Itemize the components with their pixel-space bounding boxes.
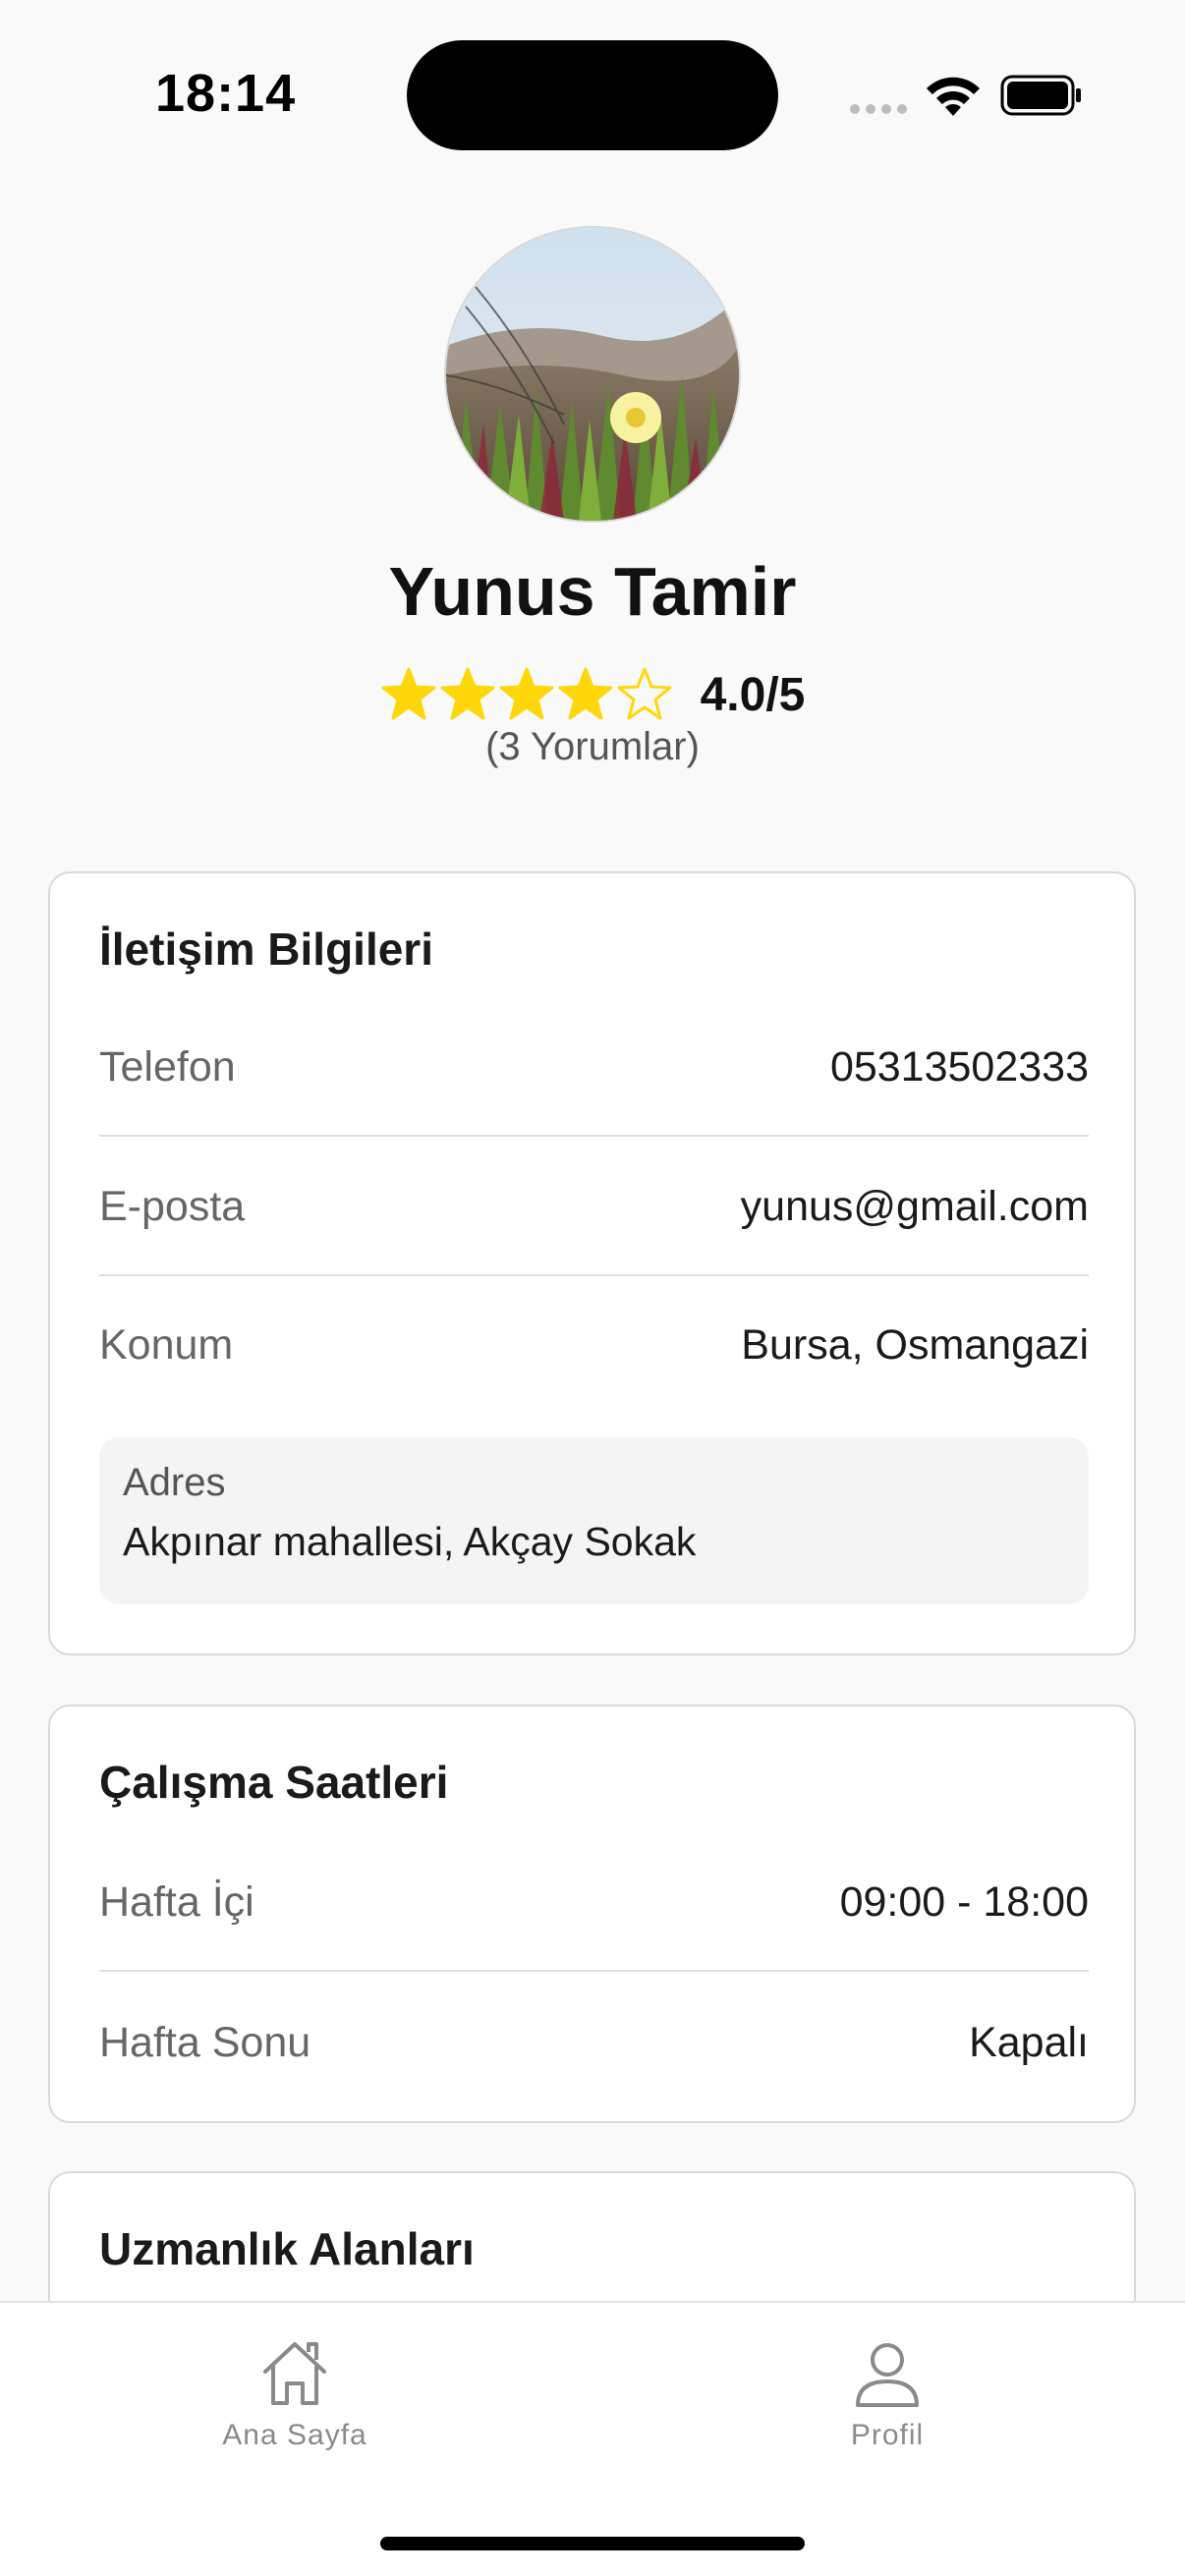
tab-home[interactable]: Ana Sayfa xyxy=(177,2338,413,2452)
phone-value: 05313502333 xyxy=(829,1042,1089,1091)
rating-row: 4.0/5 xyxy=(0,660,1185,729)
weekend-row: Hafta Sonu Kapalı xyxy=(99,1974,1089,2111)
wifi-icon xyxy=(927,77,980,116)
profile-avatar xyxy=(446,228,739,521)
tab-profile[interactable]: Profil xyxy=(769,2338,1005,2452)
weekend-label: Hafta Sonu xyxy=(99,2018,311,2066)
address-box: Adres Akpınar mahallesi, Akçay Sokak xyxy=(99,1437,1089,1604)
profile-name: Yunus Tamir xyxy=(388,553,797,630)
star-filled-icon xyxy=(558,667,613,720)
expertise-title: Uzmanlık Alanları xyxy=(99,2223,475,2274)
phone-row[interactable]: Telefon 05313502333 xyxy=(99,999,1089,1137)
tab-home-label: Ana Sayfa xyxy=(222,2419,367,2451)
email-row[interactable]: E-posta yunus@gmail.com xyxy=(99,1139,1089,1276)
status-bar: 18:14 xyxy=(0,0,1185,187)
battery-icon xyxy=(1000,75,1081,116)
star-filled-icon xyxy=(381,667,436,720)
contact-info-title: İletişim Bilgileri xyxy=(99,924,433,975)
home-indicator xyxy=(380,2537,805,2550)
weekday-label: Hafta İçi xyxy=(99,1877,254,1926)
address-value: Akpınar mahallesi, Akçay Sokak xyxy=(123,1519,697,1564)
reviews-count: (3 Yorumlar) xyxy=(485,725,700,768)
location-value: Bursa, Osmangazi xyxy=(741,1320,1089,1369)
dynamic-island xyxy=(407,40,778,150)
working-hours-card: Çalışma Saatleri Hafta İçi 09:00 - 18:00… xyxy=(48,1705,1136,2123)
working-hours-title: Çalışma Saatleri xyxy=(99,1757,449,1808)
person-icon xyxy=(856,2343,919,2407)
phone-label: Telefon xyxy=(99,1042,236,1091)
email-label: E-posta xyxy=(99,1182,246,1230)
star-filled-icon xyxy=(440,667,495,720)
weekday-value: 09:00 - 18:00 xyxy=(839,1877,1089,1926)
status-time: 18:14 xyxy=(155,64,297,123)
rating-text: 4.0/5 xyxy=(700,668,806,721)
address-label: Adres xyxy=(123,1461,226,1504)
weekend-value: Kapalı xyxy=(969,2018,1089,2066)
weekday-row: Hafta İçi 09:00 - 18:00 xyxy=(99,1834,1089,1972)
signal-dots-icon xyxy=(850,104,907,114)
contact-info-card: İletişim Bilgileri Telefon 05313502333 E… xyxy=(48,871,1136,1655)
tab-bar: Ana Sayfa Profil xyxy=(0,2301,1185,2576)
location-row: Konum Bursa, Osmangazi xyxy=(99,1276,1089,1414)
avatar-photo xyxy=(446,228,739,521)
tab-profile-label: Profil xyxy=(850,2419,925,2451)
star-filled-icon xyxy=(499,667,554,720)
location-label: Konum xyxy=(99,1320,234,1369)
home-icon xyxy=(263,2342,326,2405)
email-value: yunus@gmail.com xyxy=(740,1182,1089,1230)
rating-stars xyxy=(380,666,673,723)
star-empty-icon xyxy=(617,667,672,720)
